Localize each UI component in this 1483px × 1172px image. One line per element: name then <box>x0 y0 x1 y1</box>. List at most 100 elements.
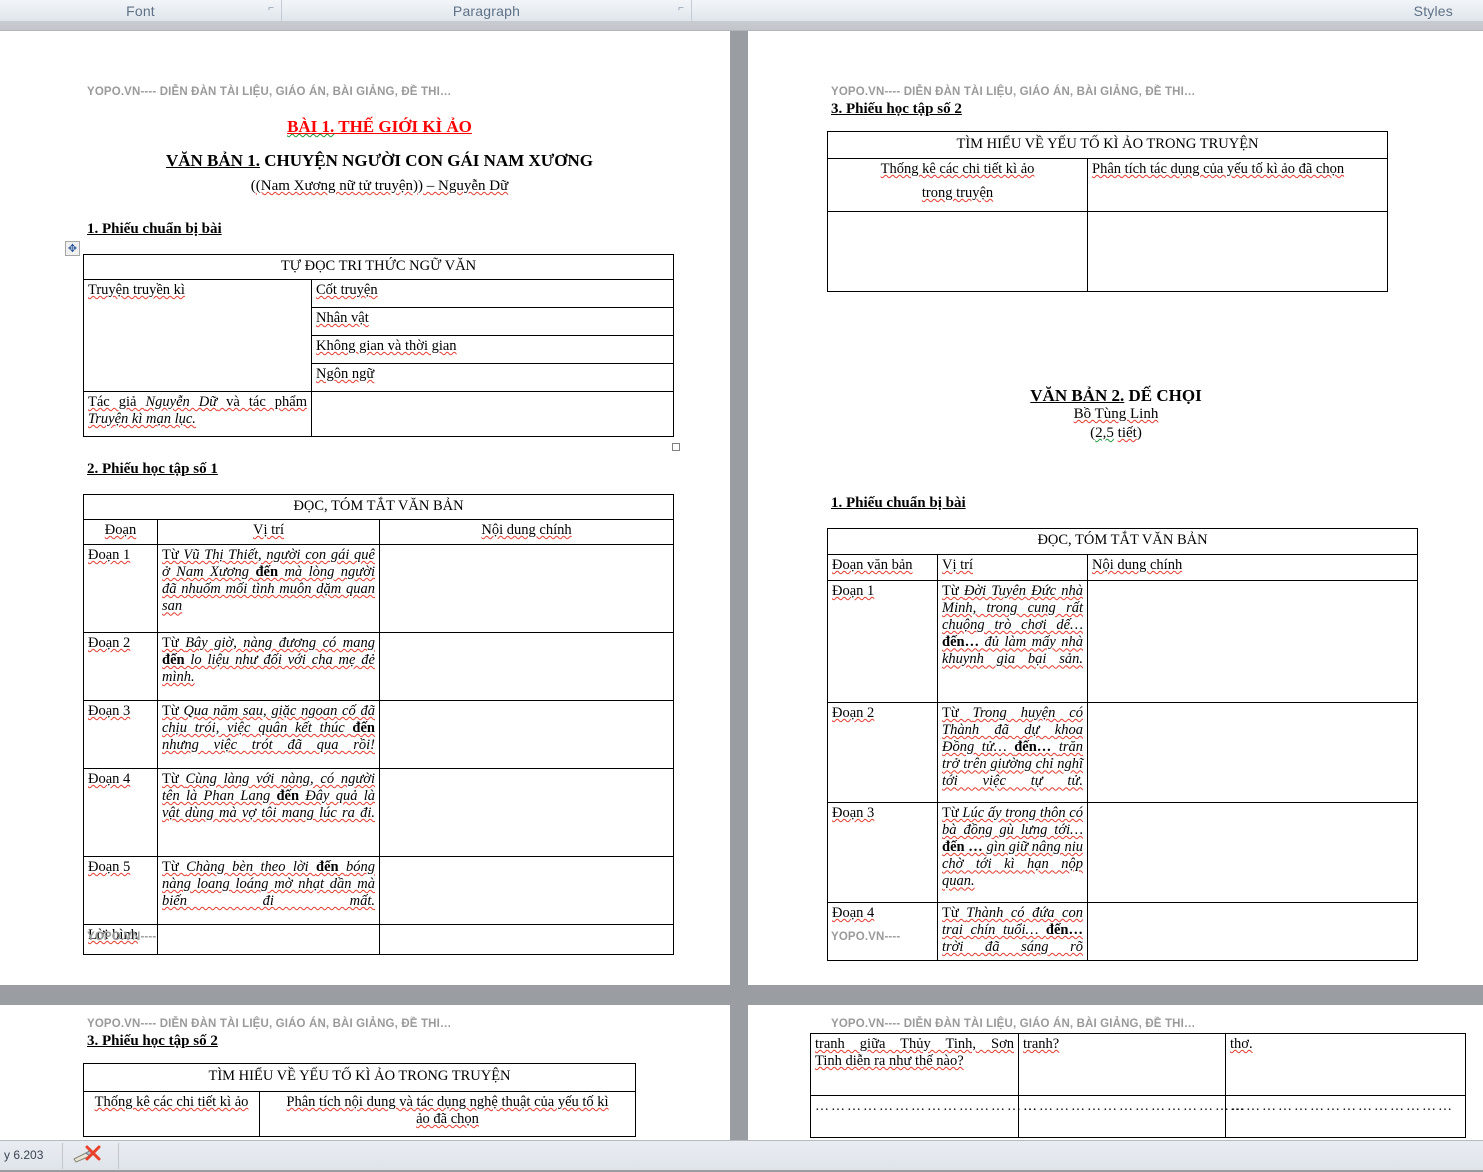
table2-row4-label: Đoạn 5 <box>84 857 158 925</box>
ribbon-group-styles[interactable]: Styles <box>692 0 1483 21</box>
page4-cell-dots-1[interactable]: …………………………………… <box>811 1096 1019 1138</box>
text1-title: VĂN BẢN 1. CHUYỆN NGƯỜI CON GÁI NAM XƯƠN… <box>87 151 672 171</box>
text1-subtitle: ((Nam Xương nữ tử truyện)) – Nguyễn Dữ <box>87 178 672 195</box>
table-row[interactable]: Đoạn 5 Từ Chàng bèn theo lời đến bóng nà… <box>84 857 674 925</box>
lesson-title-text: THẾ GIỚI KÌ ẢO <box>334 117 472 136</box>
table4-row3-position: Từ Thành có đứa con trai chín tuổi… đến…… <box>938 903 1088 961</box>
table-doc-tom-tat-vb1[interactable]: ĐỌC, TÓM TẮT VĂN BẢN Đoạn Vị trí Nội dun… <box>83 494 674 955</box>
table4-col-2: Nội dung chính <box>1088 555 1418 581</box>
table-page4-continued[interactable]: tranh giữa Thủy Tinh, Sơn Tinh diễn ra n… <box>810 1033 1466 1138</box>
text1-author: – Nguyễn Dữ <box>423 178 508 194</box>
table4-col-1: Vị trí <box>938 555 1088 581</box>
spelling-error-icon[interactable] <box>70 1145 110 1167</box>
table-resize-handle-icon[interactable] <box>672 443 680 451</box>
table-row[interactable]: Đoạn văn bản Vị trí Nội dung chính <box>828 555 1418 581</box>
table2-row2-position: Từ Qua năm sau, giặc ngoan cố đã chịu tr… <box>158 701 380 769</box>
page2-section-3-heading: 3. Phiếu học tập số 2 <box>831 101 962 118</box>
table4-row1-label: Đoạn 2 <box>828 703 938 803</box>
page4-cell-dots-2[interactable]: …………………………………… <box>1019 1096 1226 1138</box>
text1-title-text: CHUYỆN NGƯỜI CON GÁI NAM XƯƠNG <box>260 151 593 170</box>
status-divider-1 <box>62 1143 63 1169</box>
table2-row5-position[interactable] <box>158 925 380 955</box>
paragraph-dialog-launcher-icon[interactable]: ⌐ <box>675 3 687 15</box>
text1-subtitle-vn: ((Nam Xương nữ tử truyện)) <box>251 178 423 194</box>
table-row[interactable]: Lời bình <box>84 925 674 955</box>
table1-right-item-1: Nhân vật <box>312 308 674 336</box>
ribbon-group-font[interactable]: Font ⌐ <box>0 0 282 21</box>
table-row[interactable]: …………………………………… …………………………………… …………………………… <box>811 1096 1466 1138</box>
table-row[interactable]: Đoạn 3 Từ Qua năm sau, giặc ngoan cố đã … <box>84 701 674 769</box>
font-dialog-launcher-icon[interactable]: ⌐ <box>265 3 277 15</box>
table-row[interactable]: Đoạn 4 Từ Cùng làng với nàng, có người t… <box>84 769 674 857</box>
table3-cell-left[interactable] <box>828 212 1088 292</box>
table-row[interactable]: Thống kê các chi tiết kì ảo Phân tích nộ… <box>84 1092 636 1137</box>
watermark-footer-page2: YOPO.VN---- <box>831 931 900 943</box>
table2-row3-label: Đoạn 4 <box>84 769 158 857</box>
table-row[interactable] <box>828 212 1388 292</box>
table2-row2-content[interactable] <box>380 701 674 769</box>
table4-row2-content[interactable] <box>1088 803 1418 903</box>
table-row[interactable]: Đoạn 2 Từ Bây giờ, nàng đương có mang đế… <box>84 633 674 701</box>
table-row[interactable]: TÌM HIỂU VỀ YẾU TỐ KÌ ẢO TRONG TRUYỆN <box>828 132 1388 159</box>
table2-row0-position: Từ Vũ Thị Thiết, người con gái quê ở Nam… <box>158 545 380 633</box>
table2-row4-content[interactable] <box>380 857 674 925</box>
table-row[interactable]: ĐỌC, TÓM TẮT VĂN BẢN <box>828 529 1418 555</box>
ribbon-group-font-label: Font <box>126 3 155 19</box>
table-row[interactable]: Thống kê các chi tiết kì ảo trong truyện… <box>828 159 1388 212</box>
table4-col-0: Đoạn văn bản <box>828 555 938 581</box>
table3-cell-right[interactable] <box>1088 212 1388 292</box>
table4-row3-content[interactable] <box>1088 903 1418 961</box>
table2-row2-label: Đoạn 3 <box>84 701 158 769</box>
table1-left-label-1: Truyện truyền kì <box>84 280 312 392</box>
table-row[interactable]: ĐỌC, TÓM TẮT VĂN BẢN <box>84 495 674 520</box>
table-row[interactable]: TÌM HIỂU VỀ YẾU TỐ KÌ ẢO TRONG TRUYỆN <box>84 1064 636 1092</box>
text2-title-text: DẾ CHỌI <box>1124 386 1201 405</box>
table2-row5-content[interactable] <box>380 925 674 955</box>
table2-row1-content[interactable] <box>380 633 674 701</box>
table4-row1-position: Từ Trong huyện có Thành đã dự khoa Đồng … <box>938 703 1088 803</box>
status-bar: y 6.203 <box>0 1140 1483 1170</box>
table-row[interactable]: Đoạn 4 Từ Thành có đứa con trai chín tuổ… <box>828 903 1418 961</box>
table-row[interactable]: Truyện truyền kì Cốt truyện <box>84 280 674 308</box>
page2-section-1-heading: 1. Phiếu chuẩn bị bài <box>831 495 966 512</box>
page4-cell-dots-3[interactable]: …………………………………… <box>1226 1096 1466 1138</box>
table-move-handle-icon[interactable]: ✥ <box>65 241 80 256</box>
status-coordinate-label: y 6.203 <box>4 1148 43 1162</box>
table-row[interactable]: Đoạn Vị trí Nội dung chính <box>84 520 674 545</box>
table3-col-right: Phân tích tác dụng của yếu tố kì ảo đã c… <box>1088 159 1388 212</box>
table4-row1-content[interactable] <box>1088 703 1418 803</box>
table4-row0-position: Từ Đời Tuyên Đức nhà Minh, trong cung rấ… <box>938 581 1088 703</box>
document-page-2[interactable]: YOPO.VN---- DIỄN ĐÀN TÀI LIỆU, GIÁO ÁN, … <box>748 31 1483 985</box>
table-row[interactable]: Tác giả Nguyễn Dữ và tác phẩm Truyện kì … <box>84 392 674 437</box>
table-doc-tom-tat-vb2[interactable]: ĐỌC, TÓM TẮT VĂN BẢN Đoạn văn bản Vị trí… <box>827 528 1418 961</box>
table4-header: ĐỌC, TÓM TẮT VĂN BẢN <box>828 529 1418 555</box>
document-page-1[interactable]: YOPO.VN---- DIỄN ĐÀN TÀI LIỆU, GIÁO ÁN, … <box>0 31 730 985</box>
table-row[interactable]: Đoạn 3 Từ Lúc ấy trong thôn có bà đồng g… <box>828 803 1418 903</box>
table2-row3-content[interactable] <box>380 769 674 857</box>
table-row[interactable]: Đoạn 2 Từ Trong huyện có Thành đã dự kho… <box>828 703 1418 803</box>
ribbon-strip: Font ⌐ Paragraph ⌐ Styles <box>0 0 1483 21</box>
text2-title: VĂN BẢN 2. DẾ CHỌI <box>831 386 1401 406</box>
document-canvas[interactable]: YOPO.VN---- DIỄN ĐÀN TÀI LIỆU, GIÁO ÁN, … <box>0 31 1483 1170</box>
table-yeu-to-ki-ao-page3[interactable]: TÌM HIỂU VỀ YẾU TỐ KÌ ẢO TRONG TRUYỆN Th… <box>83 1063 636 1137</box>
lesson-title-number: BÀI 1. <box>287 117 334 136</box>
table-row[interactable]: Đoạn 1 Từ Đời Tuyên Đức nhà Minh, trong … <box>828 581 1418 703</box>
table1-cell-empty[interactable] <box>312 392 674 437</box>
table4-row0-content[interactable] <box>1088 581 1418 703</box>
page3-section-3-heading: 3. Phiếu học tập số 2 <box>87 1033 218 1050</box>
table2-header: ĐỌC, TÓM TẮT VĂN BẢN <box>84 495 674 520</box>
table-row[interactable]: TỰ ĐỌC TRI THỨC NGỮ VĂN <box>84 255 674 280</box>
table4-row0-label: Đoạn 1 <box>828 581 938 703</box>
document-page-3[interactable]: YOPO.VN---- DIỄN ĐÀN TÀI LIỆU, GIÁO ÁN, … <box>0 1005 730 1140</box>
table-yeu-to-ki-ao-vb1[interactable]: TÌM HIỂU VỀ YẾU TỐ KÌ ẢO TRONG TRUYỆN Th… <box>827 131 1388 292</box>
ribbon-group-paragraph[interactable]: Paragraph ⌐ <box>282 0 692 21</box>
document-page-4[interactable]: YOPO.VN---- DIỄN ĐÀN TÀI LIỆU, GIÁO ÁN, … <box>748 1005 1483 1140</box>
watermark-header-page2: YOPO.VN---- DIỄN ĐÀN TÀI LIỆU, GIÁO ÁN, … <box>831 86 1196 98</box>
status-divider-2 <box>118 1143 119 1169</box>
table-tu-doc-tri-thuc[interactable]: TỰ ĐỌC TRI THỨC NGỮ VĂN Truyện truyền kì… <box>83 254 674 437</box>
ribbon-group-paragraph-label: Paragraph <box>453 3 520 19</box>
table-row[interactable]: tranh giữa Thủy Tinh, Sơn Tinh diễn ra n… <box>811 1034 1466 1096</box>
table-row[interactable]: Đoạn 1 Từ Vũ Thị Thiết, người con gái qu… <box>84 545 674 633</box>
table2-row0-content[interactable] <box>380 545 674 633</box>
table1-right-item-2: Không gian và thời gian <box>312 336 674 364</box>
